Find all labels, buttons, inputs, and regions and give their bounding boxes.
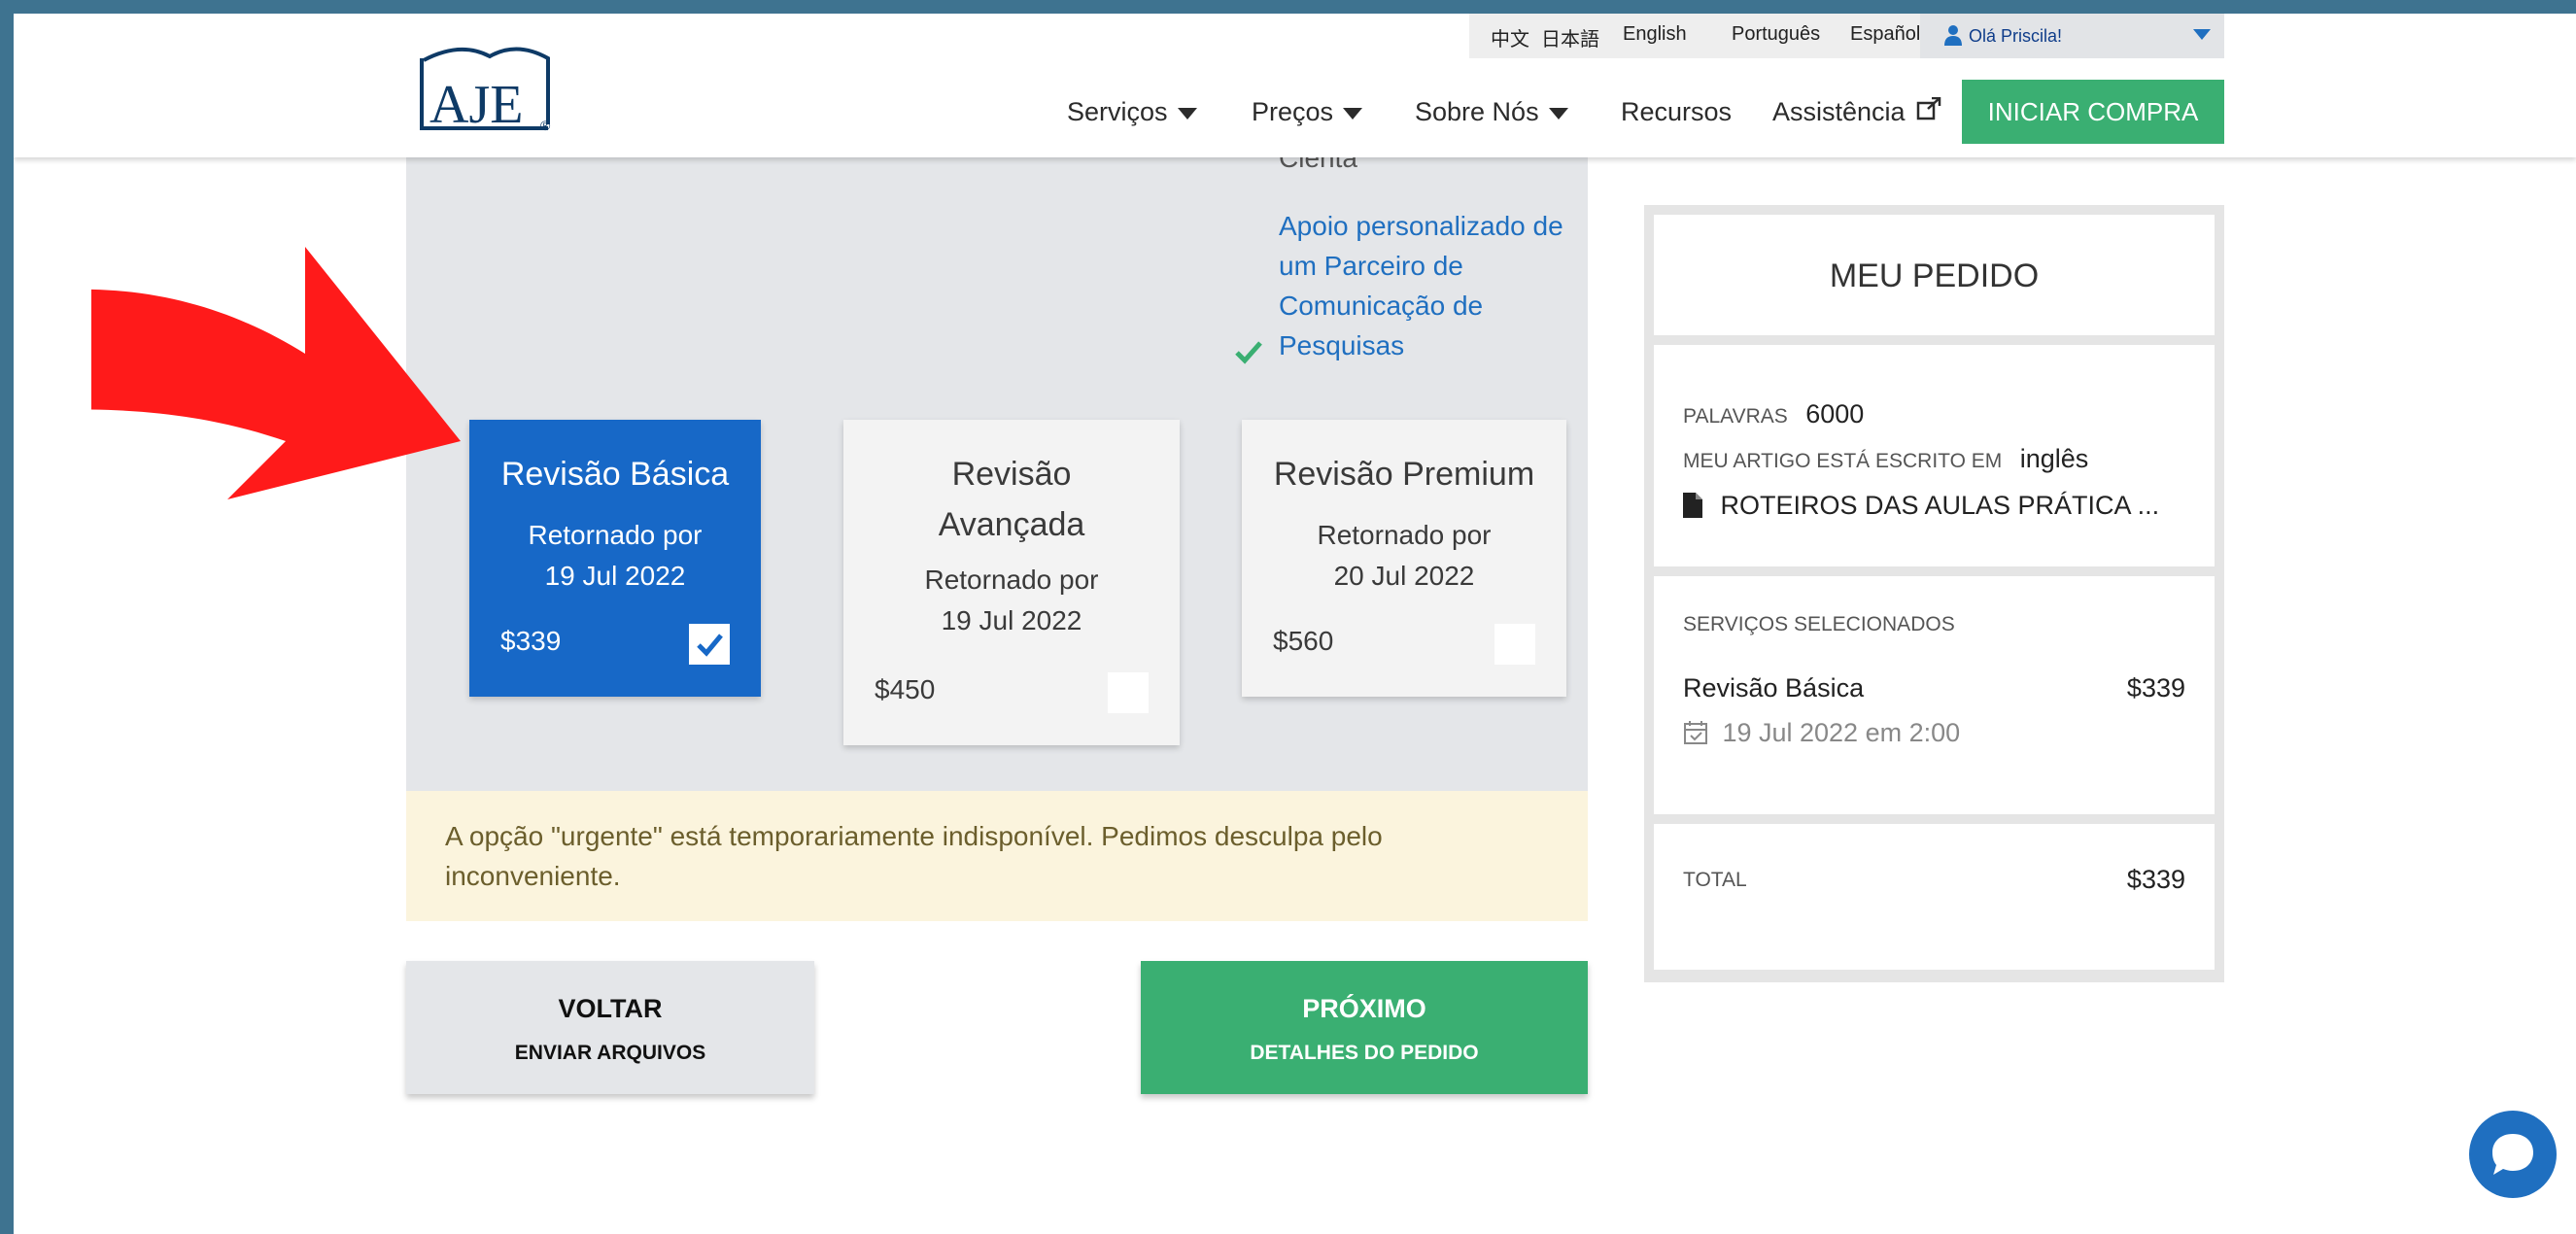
file-icon [1683,493,1702,518]
nav-label: Serviços [1067,97,1168,126]
feature-description: Apoio personalizado de um Parceiro de Co… [1279,211,1563,360]
calendar-check-icon [1684,721,1707,744]
total-value: $339 [2126,865,2185,894]
user-icon [1944,25,1962,46]
file-name: ROTEIROS DAS AULAS PRÁTICA ... [1720,491,2160,520]
service-name: Revisão Básica [1683,673,1865,703]
nav-label: Recursos [1621,97,1733,126]
services-label-text: SERVIÇOS SELECIONADOS [1683,613,1955,635]
order-summary-panel: MEU PEDIDO PALAVRAS 6000 MEU ARTIGO ESTÁ… [1644,205,2224,982]
nav-assistencia[interactable]: Assistência [1772,97,1941,127]
next-button[interactable]: PRÓXIMO DETALHES DO PEDIDO [1141,961,1588,1094]
plan-name: Revisão Básica [500,456,730,493]
check-icon [1235,341,1262,364]
words-row: PALAVRAS 6000 [1683,399,2185,429]
service-date: 19 Jul 2022 em 2:00 [1722,718,1961,747]
plan-name: Revisão Premium [1273,456,1535,493]
order-title-box: MEU PEDIDO [1654,215,2215,335]
site-header: AJE ® 中文 日本語 English Português Español O… [14,14,2576,157]
nav-recursos[interactable]: Recursos [1621,97,1732,127]
nav-label: Sobre Nós [1415,97,1539,126]
order-title: MEU PEDIDO [1829,257,2040,294]
lang-portuguese[interactable]: Português [1732,23,1820,46]
language-row: MEU ARTIGO ESTÁ ESCRITO EM inglês [1683,444,2185,474]
back-label: VOLTAR [558,994,663,1023]
plan-date: 19 Jul 2022 [544,561,686,591]
total-label: TOTAL [1683,869,1747,891]
external-link-icon [1916,97,1941,120]
plan-name: Revisão Avançada [938,456,1085,543]
lang-spanish[interactable]: Español [1850,23,1920,46]
page: AJE ® 中文 日本語 English Português Español O… [14,14,2576,1234]
plan-price: $450 [875,674,936,704]
services-label: SERVIÇOS SELECIONADOS [1683,613,2185,636]
plan-price: $339 [500,626,562,656]
start-purchase-button[interactable]: INICIAR COMPRA [1962,80,2224,144]
language-label: MEU ARTIGO ESTÁ ESCRITO EM [1683,450,2003,472]
plan-card-basic[interactable]: Revisão Básica Retornado por 19 Jul 2022… [469,420,761,697]
back-sublabel: ENVIAR ARQUIVOS [514,1042,706,1064]
nav-servicos[interactable]: Serviços [1067,97,1197,127]
plan-date: 19 Jul 2022 [941,605,1082,635]
chat-widget-button[interactable] [2469,1111,2557,1198]
language-value: inglês [2019,444,2089,473]
nav-label: Preços [1252,97,1334,126]
aje-logo[interactable]: AJE ® [402,31,558,138]
plan-checkbox-checked[interactable] [689,624,730,665]
lang-japanese[interactable]: 日本語 [1541,23,1599,51]
words-value: 6000 [1805,399,1865,428]
plan-card-premium[interactable]: Revisão Premium Retornado por 20 Jul 202… [1242,420,1566,697]
plan-card-advanced[interactable]: Revisão Avançada Retornado por 19 Jul 20… [843,420,1180,745]
plan-returned-label: Retornado por [528,520,703,550]
lang-chinese[interactable]: 中文 [1491,23,1529,51]
chevron-down-icon [2193,29,2211,40]
total-row: TOTAL $339 [1683,865,2185,894]
caret-down-icon [1343,107,1363,120]
plan-price: $560 [1273,626,1334,656]
svg-text:AJE: AJE [429,75,523,135]
selected-services-box: SERVIÇOS SELECIONADOS Revisão Básica $33… [1654,576,2215,814]
file-row: ROTEIROS DAS AULAS PRÁTICA ... [1683,491,2185,521]
nav-label: Assistência [1772,97,1906,126]
lang-english[interactable]: English [1623,23,1687,46]
chat-bubble-icon [2492,1134,2533,1175]
red-arrow-annotation [91,247,461,499]
service-row: Revisão Básica $339 [1683,673,2185,703]
next-sublabel: DETALHES DO PEDIDO [1250,1042,1479,1064]
nav-precos[interactable]: Preços [1252,97,1363,127]
order-total-box: TOTAL $339 [1654,824,2215,970]
back-button[interactable]: VOLTAR ENVIAR ARQUIVOS [406,961,814,1094]
checkmark-icon [697,634,723,657]
caret-down-icon [1177,107,1197,120]
nav-sobre-nos[interactable]: Sobre Nós [1415,97,1568,127]
urgent-unavailable-notice: A opção "urgente" está temporariamente i… [406,791,1588,921]
order-info-box: PALAVRAS 6000 MEU ARTIGO ESTÁ ESCRITO EM… [1654,345,2215,566]
words-label: PALAVRAS [1683,405,1788,428]
svg-text:®: ® [540,118,551,133]
caret-down-icon [1548,107,1568,120]
service-price: $339 [2126,673,2185,703]
plan-checkbox[interactable] [1108,672,1149,713]
user-menu[interactable]: Olá Priscila! [1920,14,2224,58]
user-greeting: Olá Priscila! [1969,26,2063,46]
plan-date: 20 Jul 2022 [1333,561,1475,591]
plan-checkbox[interactable] [1494,624,1535,665]
next-label: PRÓXIMO [1302,994,1426,1023]
plan-returned-label: Retornado por [924,565,1099,595]
service-date-row: 19 Jul 2022 em 2:00 [1683,718,2185,748]
plan-returned-label: Retornado por [1317,520,1492,550]
feature-text-cut: Cienta [1279,154,1357,173]
